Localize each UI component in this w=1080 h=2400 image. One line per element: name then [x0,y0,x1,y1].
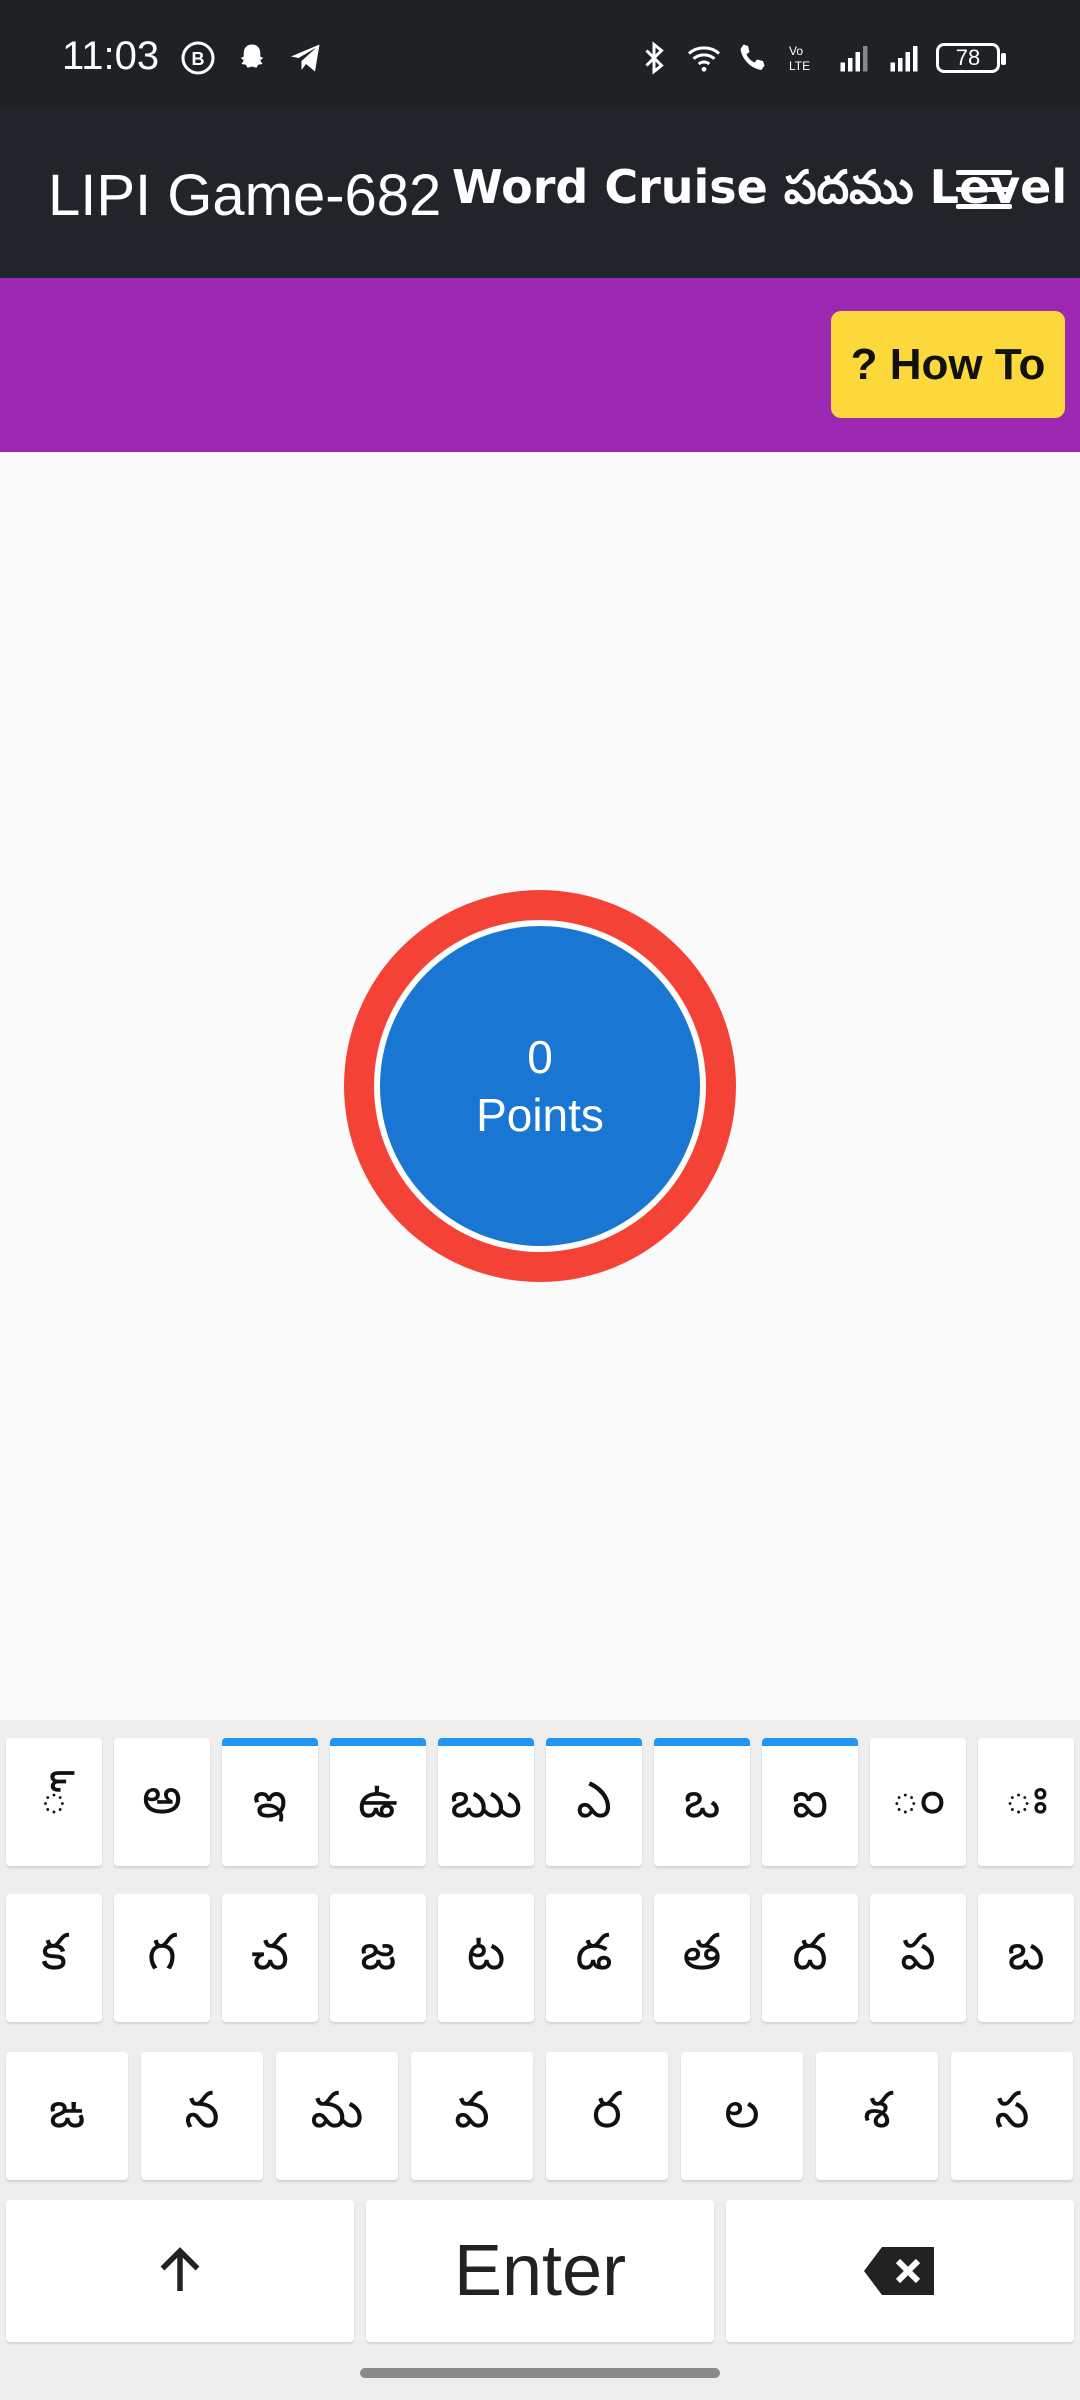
how-to-button[interactable]: ? How To [831,311,1065,418]
signal-icon [890,46,918,72]
key-ba[interactable]: బ [978,1894,1074,2022]
telugu-keyboard: ్ అ ఇ ఉ ఋ ఎ ఒ ఐ ం ః క గ చ జ ట డ త ద ప బ … [0,1720,1080,2400]
key-a[interactable]: అ [114,1738,210,1866]
key-e[interactable]: ఎ [546,1738,642,1866]
shift-key[interactable] [6,2200,354,2342]
key-virama[interactable]: ్ [6,1738,102,1866]
key-cha[interactable]: చ [222,1894,318,2022]
key-na[interactable]: న [141,2052,263,2180]
key-tta[interactable]: ట [438,1894,534,2022]
app-bar: LIPI Game-682 Word Cruise పదము Level 2 [0,110,1080,278]
arrow-up-icon [160,2247,200,2291]
backspace-icon [864,2247,934,2295]
score-display: 0 Points [380,926,700,1246]
key-i[interactable]: ఇ [222,1738,318,1866]
enter-key-label: Enter [453,2231,627,2311]
signal-icon [840,46,868,72]
key-va[interactable]: వ [411,2052,533,2180]
key-o[interactable]: ఒ [654,1738,750,1866]
key-ta[interactable]: త [654,1894,750,2022]
key-ma[interactable]: మ [276,2052,398,2180]
key-dda[interactable]: డ [546,1894,642,2022]
key-sa[interactable]: స [951,2052,1073,2180]
key-pa[interactable]: ప [870,1894,966,2022]
b-circle-icon: B [181,41,215,75]
status-time: 11:03 [62,34,160,78]
key-anusvara[interactable]: ం [870,1738,966,1866]
key-ja[interactable]: జ [330,1894,426,2022]
key-ka[interactable]: క [6,1894,102,2022]
wifi-call-icon [740,44,765,70]
status-bar: 11:03 B Vo LTE 78 [0,0,1080,110]
svg-text:LTE: LTE [789,59,810,73]
snapchat-icon [240,44,264,68]
key-nga[interactable]: ఙ [6,2052,128,2180]
gesture-nav-bar[interactable] [360,2368,720,2378]
key-sha[interactable]: శ [816,2052,938,2180]
key-ga[interactable]: గ [114,1894,210,2022]
score-label: Points [476,1089,604,1141]
app-title: LIPI Game-682 [48,163,442,228]
key-ai[interactable]: ఐ [762,1738,858,1866]
svg-text:B: B [192,49,205,69]
status-left-icons: B [180,40,324,76]
key-visarga[interactable]: ః [978,1738,1074,1866]
bluetooth-icon [645,41,664,75]
key-u[interactable]: ఉ [330,1738,426,1866]
key-da[interactable]: ద [762,1894,858,2022]
enter-key[interactable]: Enter [366,2200,714,2342]
menu-icon[interactable] [956,170,1012,214]
battery-indicator: 78 [936,43,1006,73]
svg-text:Vo: Vo [789,44,803,58]
score-value: 0 [527,1031,553,1083]
wifi-icon [687,46,721,72]
volte-icon: VoLTE [789,44,810,73]
status-right-icons: Vo LTE 78 [636,40,1006,76]
score-badge: 0 Points [344,890,736,1282]
key-ra[interactable]: ర [546,2052,668,2180]
key-la[interactable]: ల [681,2052,803,2180]
telegram-icon [291,44,320,72]
key-ru[interactable]: ఋ [438,1738,534,1866]
backspace-key[interactable] [726,2200,1074,2342]
